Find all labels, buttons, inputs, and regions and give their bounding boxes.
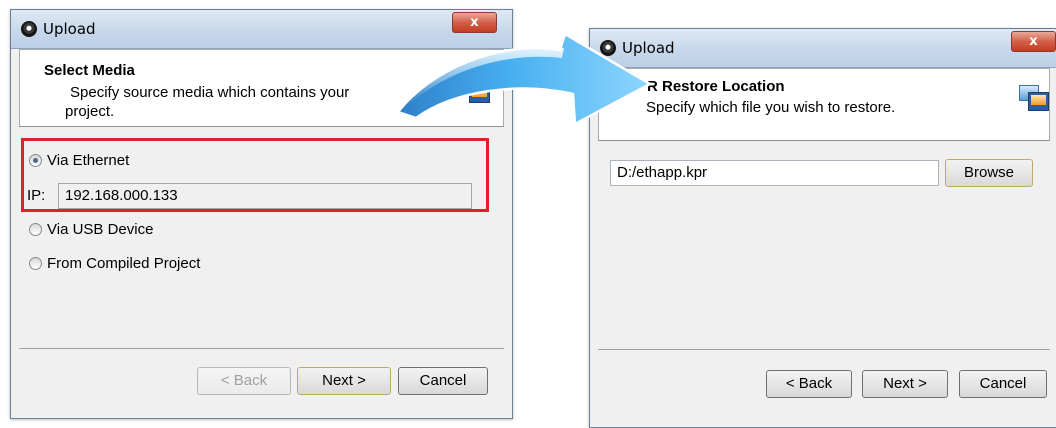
flow-arrow-icon <box>395 32 653 127</box>
